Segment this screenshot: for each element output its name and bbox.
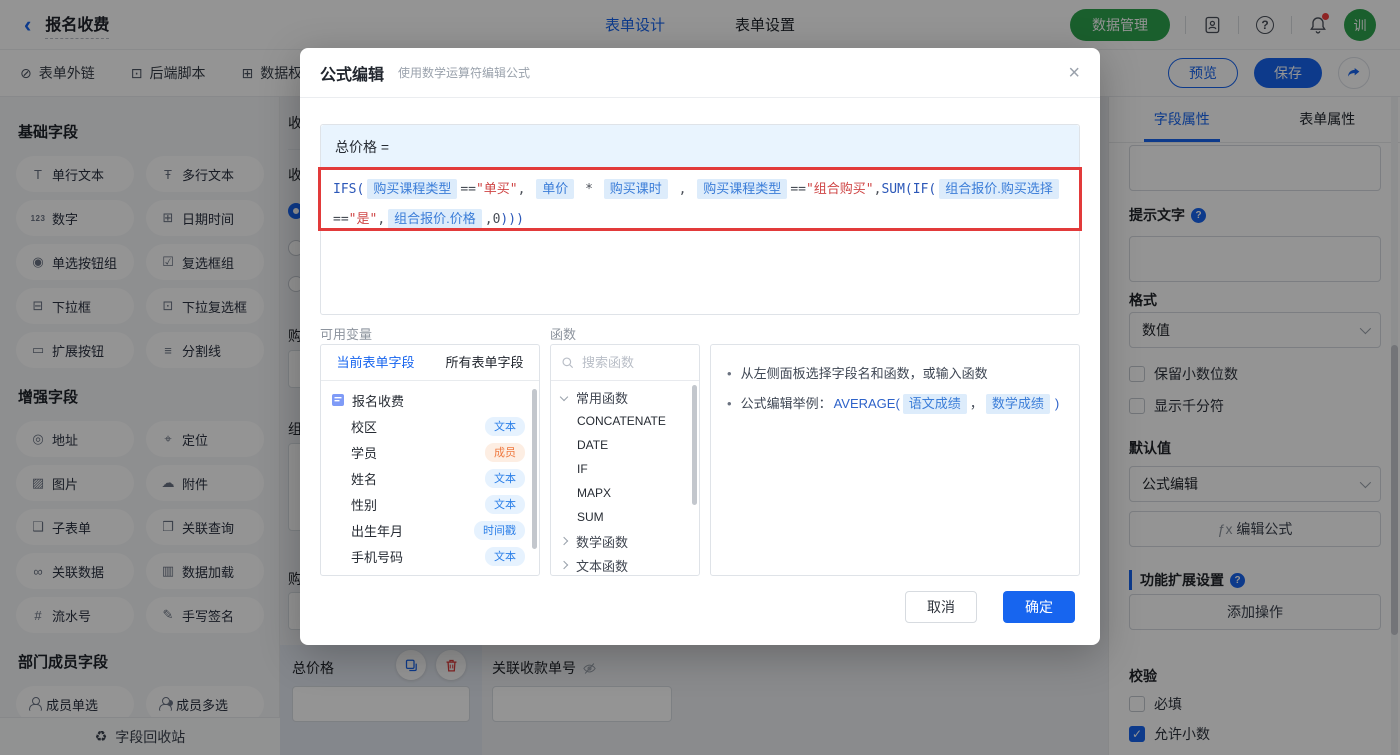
function-item[interactable]: DATE — [551, 433, 699, 457]
variables-tab[interactable]: 所有表单字段 — [430, 345, 539, 380]
modal-subtitle: 使用数学运算符编辑公式 — [398, 66, 531, 80]
scrollbar-thumb[interactable] — [692, 385, 697, 505]
modal-header: 公式编辑 使用数学运算符编辑公式 × — [300, 48, 1100, 98]
field-type-badge: 时间戳 — [474, 520, 525, 540]
example-field-token: 数学成绩 — [985, 394, 1050, 414]
function-group-label: 常用函数 — [576, 390, 629, 406]
variable-name: 校区 — [351, 419, 378, 435]
function-group-label: 数学函数 — [576, 534, 629, 550]
confirm-button[interactable]: 确定 — [1003, 591, 1075, 623]
formula-input-area[interactable]: IFS(购买课程类型 =="单买", 单价 * 购买课时 , 购买课程类型 =="组… — [321, 168, 1079, 242]
formula-token: SUM(IF( — [881, 182, 937, 197]
modal-title: 公式编辑 — [320, 66, 385, 84]
function-search[interactable] — [551, 345, 699, 381]
variable-field-row[interactable]: 出生年月 时间戳 — [321, 517, 539, 543]
variable-field-row[interactable]: 性别 文本 — [321, 491, 539, 517]
function-group[interactable]: 文本函数 — [551, 553, 699, 575]
formula-help-panel: 从左侧面板选择字段名和函数，或输入函数 公式编辑举例：AVERAGE(语文成绩，… — [710, 344, 1080, 576]
formula-token: ,0 — [484, 212, 501, 227]
variable-name: 出生年月 — [351, 523, 404, 539]
function-group-label: 文本函数 — [576, 558, 629, 574]
function-group[interactable]: 数学函数 — [551, 529, 699, 553]
field-type-badge: 成员 — [485, 442, 525, 462]
example-field-token: 语文成绩 — [902, 394, 967, 414]
form-doc-icon — [332, 394, 344, 406]
variables-section-label: 可用变量 — [320, 327, 373, 342]
variable-name: 学员 — [351, 445, 378, 461]
formula-token: * — [577, 182, 601, 197]
close-icon[interactable]: × — [1068, 63, 1080, 83]
formula-field-token[interactable]: 购买课程类型 — [367, 179, 458, 199]
modal-footer: 取消 确定 — [905, 591, 1075, 623]
variable-field-row[interactable]: 学员 成员 — [321, 439, 539, 465]
variable-field-row[interactable]: 校区 文本 — [321, 413, 539, 439]
formula-field-token[interactable]: 组合报价.价格 — [388, 209, 482, 229]
formula-token: == — [460, 182, 476, 197]
search-icon — [562, 356, 574, 368]
formula-token: "单买" — [475, 182, 518, 197]
variables-panel: 当前表单字段 所有表单字段 报名收费 校区 文本 学员 成员 姓名 文本 性别 文本 出生年月 时间… — [320, 344, 540, 576]
field-type-badge: 文本 — [485, 416, 525, 436]
formula-token: , — [377, 212, 386, 227]
search-input[interactable] — [582, 355, 682, 370]
form-tree-root[interactable]: 报名收费 — [321, 387, 539, 413]
function-item[interactable]: CONCATENATE — [551, 409, 699, 433]
formula-token: , — [517, 182, 534, 197]
variable-name: 姓名 — [351, 471, 378, 487]
formula-editor-modal: 公式编辑 使用数学运算符编辑公式 × 总价格 = IFS(购买课程类型 =="单买… — [300, 48, 1100, 645]
formula-token: , — [670, 182, 695, 197]
formula-editor-box: 总价格 = IFS(购买课程类型 =="单买", 单价 * 购买课时 , 购买课程… — [318, 124, 1082, 315]
function-item[interactable]: IF — [551, 457, 699, 481]
functions-section-label: 函数 — [550, 327, 577, 342]
chevron-icon — [559, 536, 569, 546]
formula-target: 总价格 = — [321, 125, 1079, 168]
function-item[interactable]: SUM — [551, 505, 699, 529]
scrollbar-thumb[interactable] — [532, 389, 537, 549]
formula-field-token[interactable]: 单价 — [536, 179, 575, 199]
variable-name: 手机号码 — [351, 549, 404, 565]
function-item[interactable]: MAPX — [551, 481, 699, 505]
field-type-badge: 文本 — [485, 494, 525, 514]
formula-field-token[interactable]: 购买课程类型 — [697, 179, 788, 199]
field-type-badge: 文本 — [485, 468, 525, 488]
cancel-button[interactable]: 取消 — [905, 591, 977, 623]
function-group[interactable]: 常用函数 — [551, 385, 699, 409]
functions-panel: 常用函数 CONCATENATEDATEIFMAPXSUM 数学函数文本函数 — [550, 344, 700, 576]
formula-token: "组合购买" — [805, 182, 874, 197]
formula-token: == — [333, 212, 349, 227]
help-tip: 从左侧面板选择字段名和函数，或输入函数 — [727, 359, 1063, 389]
formula-token: == — [790, 182, 806, 197]
variable-field-row[interactable]: 姓名 文本 — [321, 465, 539, 491]
formula-token: ))) — [500, 212, 524, 227]
help-example: 公式编辑举例：AVERAGE(语文成绩，数学成绩) — [727, 389, 1063, 419]
chevron-icon — [559, 392, 569, 402]
formula-field-token[interactable]: 组合报价.购买选择 — [939, 179, 1059, 199]
formula-token: "是" — [348, 212, 378, 227]
field-type-badge: 文本 — [485, 546, 525, 566]
variables-tab[interactable]: 当前表单字段 — [321, 345, 430, 380]
variable-field-row[interactable]: 手机号码 文本 — [321, 543, 539, 569]
formula-token: IFS( — [333, 182, 365, 197]
chevron-icon — [559, 560, 569, 570]
variable-name: 性别 — [351, 497, 378, 513]
formula-field-token[interactable]: 购买课时 — [603, 179, 668, 199]
